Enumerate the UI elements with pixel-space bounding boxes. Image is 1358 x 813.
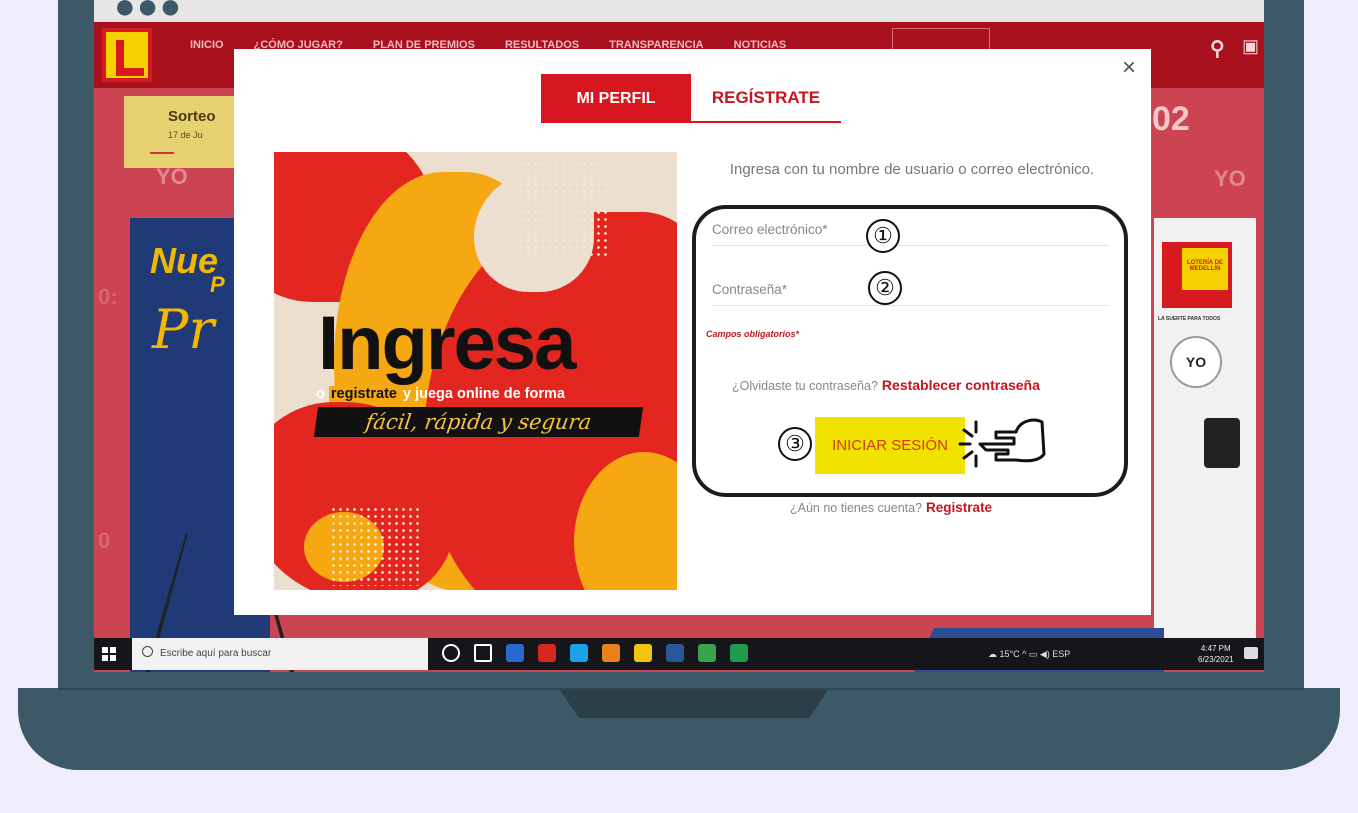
sorteo-divider <box>150 152 174 154</box>
windows-start-icon[interactable] <box>102 647 116 661</box>
banner-word-p: P <box>210 272 225 297</box>
notification-icon[interactable] <box>1244 647 1258 659</box>
sorteo-title: Sorteo <box>168 108 216 125</box>
tab-registrate[interactable]: REGÍSTRATE <box>691 74 841 123</box>
loteria-logo-text: LOTERÍA DE MEDELLÍN <box>1182 248 1228 290</box>
promo-tagline: fácil, rápida y segura <box>313 407 644 437</box>
side-number: 0: <box>98 284 118 309</box>
taskbar-app-icon[interactable] <box>602 644 620 662</box>
side-number: 0 <box>98 528 111 553</box>
window-dots-icon: ●●● <box>114 0 183 26</box>
promo-subtitle-pre: o <box>316 386 329 402</box>
search-icon <box>142 646 153 657</box>
laptop-base-edge <box>58 688 1304 690</box>
taskbar-app-icon[interactable] <box>506 644 524 662</box>
dot-pattern <box>330 506 420 586</box>
promo-title: Ingresa <box>318 301 576 386</box>
signup-text: ¿Aún no tienes cuenta? <box>790 501 923 515</box>
taskbar-search-placeholder: Escribe aquí para buscar <box>160 648 272 659</box>
taskbar-app-icon[interactable] <box>634 644 652 662</box>
yo-watermark: YO <box>156 164 188 189</box>
step-3-marker: ③ <box>778 427 812 461</box>
yo-juego-legal-badge: YO <box>1170 336 1222 388</box>
promo-subtitle-post: y juega online de forma <box>398 386 565 402</box>
yo-watermark-right: YO <box>1214 166 1246 191</box>
taskbar-search-input[interactable]: Escribe aquí para buscar <box>132 638 428 670</box>
loteria-caption: LA SUERTE PARA TODOS <box>1158 316 1221 322</box>
promo-image: Ingresa o registrate y juega online de f… <box>274 152 677 590</box>
clock-time: 4:47 PM <box>1200 644 1231 653</box>
taskbar-apps <box>442 644 748 662</box>
signup-row: ¿Aún no tienes cuenta? Registrate <box>790 500 992 515</box>
dot-pattern <box>518 160 608 260</box>
taskbar-app-icon[interactable] <box>730 644 748 662</box>
browser-top-bar: ●●● <box>94 0 1264 26</box>
promo-subtitle: o registrate y juega online de forma <box>316 386 565 402</box>
email-field[interactable]: Correo electrónico* <box>712 216 1109 246</box>
taskbar-app-icon[interactable] <box>442 644 460 662</box>
signup-link[interactable]: Registrate <box>926 500 992 515</box>
pointing-hand-icon <box>958 418 1046 468</box>
laptop-hinge <box>560 690 828 718</box>
step-2-marker: ② <box>868 271 902 305</box>
banner-word-nue: Nue <box>150 240 219 281</box>
taskbar-app-icon[interactable] <box>570 644 588 662</box>
taskbar-app-icon[interactable] <box>698 644 716 662</box>
site-logo[interactable] <box>102 28 152 82</box>
taskbar-app-icon[interactable] <box>538 644 556 662</box>
search-icon[interactable]: ⚲ <box>1210 36 1225 61</box>
login-instructions: Ingresa con tu nombre de usuario o corre… <box>729 161 1095 178</box>
windows-taskbar: Escribe aquí para buscar ☁ 15°C ^ ▭ ◀) E… <box>94 638 1264 670</box>
taskbar-app-icon[interactable] <box>474 644 492 662</box>
microphone-image <box>1204 418 1240 468</box>
loteria-logo: LOTERÍA DE MEDELLÍN <box>1162 242 1232 308</box>
countdown-number: 02 <box>1152 100 1190 138</box>
step-1-marker: ① <box>866 219 900 253</box>
login-button[interactable]: INICIAR SESIÓN <box>815 417 965 474</box>
taskbar-app-icon[interactable] <box>666 644 684 662</box>
cart-icon[interactable]: ▣ <box>1242 36 1259 57</box>
system-tray[interactable]: ☁ 15°C ^ ▭ ◀) ESP <box>988 649 1070 660</box>
promo-subtitle-highlight: registrate <box>328 386 399 402</box>
forgot-password-text: ¿Olvidaste tu contraseña? <box>732 379 878 393</box>
reset-password-link[interactable]: Restablecer contraseña <box>882 377 1040 393</box>
clock-date: 6/23/2021 <box>1198 655 1234 664</box>
sidebar-ad-right: LOTERÍA DE MEDELLÍN LA SUERTE PARA TODOS… <box>1154 218 1256 668</box>
taskbar-clock[interactable]: 4:47 PM 6/23/2021 <box>1198 643 1234 665</box>
nav-item-inicio[interactable]: INICIO <box>190 39 224 51</box>
password-field[interactable]: Contraseña* <box>712 276 1109 306</box>
close-icon[interactable]: × <box>1122 56 1136 80</box>
banner-word-pr: Pr <box>152 298 215 361</box>
required-fields-note: Campos obligatorios* <box>706 329 800 339</box>
forgot-password-row: ¿Olvidaste tu contraseña? Restablecer con… <box>732 377 1040 393</box>
tab-mi-perfil[interactable]: MI PERFIL <box>541 74 691 123</box>
